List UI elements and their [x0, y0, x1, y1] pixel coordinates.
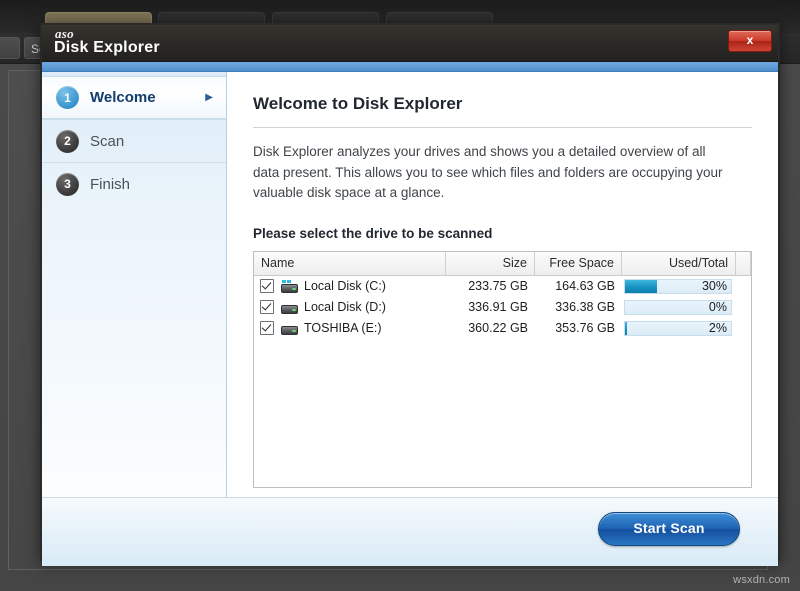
usage-progress-bar: 2% [624, 320, 732, 336]
drive-name-cell: Local Disk (C:) [254, 276, 446, 297]
drive-label: Local Disk (C:) [304, 278, 386, 293]
drive-name-cell: TOSHIBA (E:) [254, 318, 446, 339]
drive-size-cell: 336.91 GB [468, 299, 528, 314]
title-divider [253, 127, 752, 128]
column-header-spacer [736, 251, 751, 275]
start-scan-button[interactable]: Start Scan [598, 512, 740, 546]
drive-free-cell: 164.63 GB [555, 278, 615, 293]
usage-percent-label: 30% [701, 278, 727, 293]
disk-explorer-dialog: aso Disk Explorer x 1 Welcome ▶ 2 Scan 3 [40, 23, 780, 566]
dialog-title: Disk Explorer [54, 39, 160, 56]
usage-progress-bar: 0% [624, 299, 732, 315]
drive-size-cell: 233.75 GB [468, 278, 528, 293]
step-label-welcome: Welcome [90, 89, 156, 106]
chevron-right-icon: ▶ [205, 92, 213, 103]
column-header-size[interactable]: Size [446, 251, 535, 275]
drive-free-cell: 353.76 GB [555, 320, 615, 335]
drive-table: Name Size Free Space Used/Total Local Di… [253, 250, 752, 488]
table-row[interactable]: Local Disk (D:) 336.91 GB 336.38 GB 0% [254, 297, 751, 318]
page-title: Welcome to Disk Explorer [253, 94, 463, 113]
step-number-3: 3 [56, 172, 79, 196]
drive-checkbox[interactable] [260, 321, 274, 336]
usage-progress-fill [625, 279, 657, 293]
intro-text: Disk Explorer analyzes your drives and s… [253, 144, 723, 201]
table-header-row: Name Size Free Space Used/Total [254, 251, 751, 276]
step-number-1: 1 [56, 86, 79, 109]
drive-icon [281, 322, 298, 335]
watermark: wsxdn.com [733, 574, 790, 586]
windows-drive-icon [281, 279, 298, 293]
column-header-free-space[interactable]: Free Space [535, 251, 622, 275]
drive-checkbox[interactable] [260, 300, 274, 315]
table-row[interactable]: TOSHIBA (E:) 360.22 GB 353.76 GB 2% [254, 318, 751, 339]
screen: × Se wsxdn.com aso Disk Explorer x 1 Wel… [0, 0, 800, 591]
step-number-2: 2 [56, 129, 79, 153]
steps-sidebar: 1 Welcome ▶ 2 Scan 3 Finish [42, 72, 227, 497]
drive-free-cell: 336.38 GB [555, 299, 615, 314]
column-header-name[interactable]: Name [254, 251, 446, 275]
background-close-button[interactable]: × [0, 37, 20, 59]
sidebar-item-finish[interactable]: 3 Finish [42, 162, 226, 205]
drive-size-cell: 360.22 GB [468, 320, 528, 335]
dialog-titlebar[interactable]: aso Disk Explorer x [42, 25, 778, 62]
usage-percent-label: 2% [708, 320, 727, 335]
drive-usage-cell: 0% [622, 299, 736, 315]
drive-checkbox[interactable] [260, 279, 274, 294]
close-icon[interactable]: x [728, 30, 772, 52]
drive-label: Local Disk (D:) [304, 299, 386, 314]
table-row[interactable]: Local Disk (C:) 233.75 GB 164.63 GB 30% [254, 276, 751, 297]
usage-percent-label: 0% [708, 299, 727, 314]
drive-usage-cell: 30% [622, 278, 736, 294]
accent-bar [42, 62, 778, 72]
step-label-scan: Scan [90, 132, 125, 150]
dialog-body: 1 Welcome ▶ 2 Scan 3 Finish Welcome to D… [42, 72, 778, 497]
sidebar-item-scan[interactable]: 2 Scan [42, 119, 226, 162]
select-drive-label: Please select the drive to be scanned [253, 225, 493, 241]
drive-label: TOSHIBA (E:) [304, 320, 382, 335]
usage-progress-fill [625, 321, 628, 335]
dialog-footer: Start Scan [42, 497, 778, 566]
step-label-finish: Finish [90, 175, 131, 193]
usage-progress-bar: 30% [624, 278, 732, 294]
drive-name-cell: Local Disk (D:) [254, 297, 446, 318]
sidebar-item-welcome[interactable]: 1 Welcome ▶ [42, 76, 226, 119]
content-pane: Welcome to Disk Explorer Disk Explorer a… [227, 72, 778, 497]
column-header-used-total[interactable]: Used/Total [622, 251, 736, 275]
drive-icon [281, 301, 298, 314]
drive-usage-cell: 2% [622, 320, 736, 336]
